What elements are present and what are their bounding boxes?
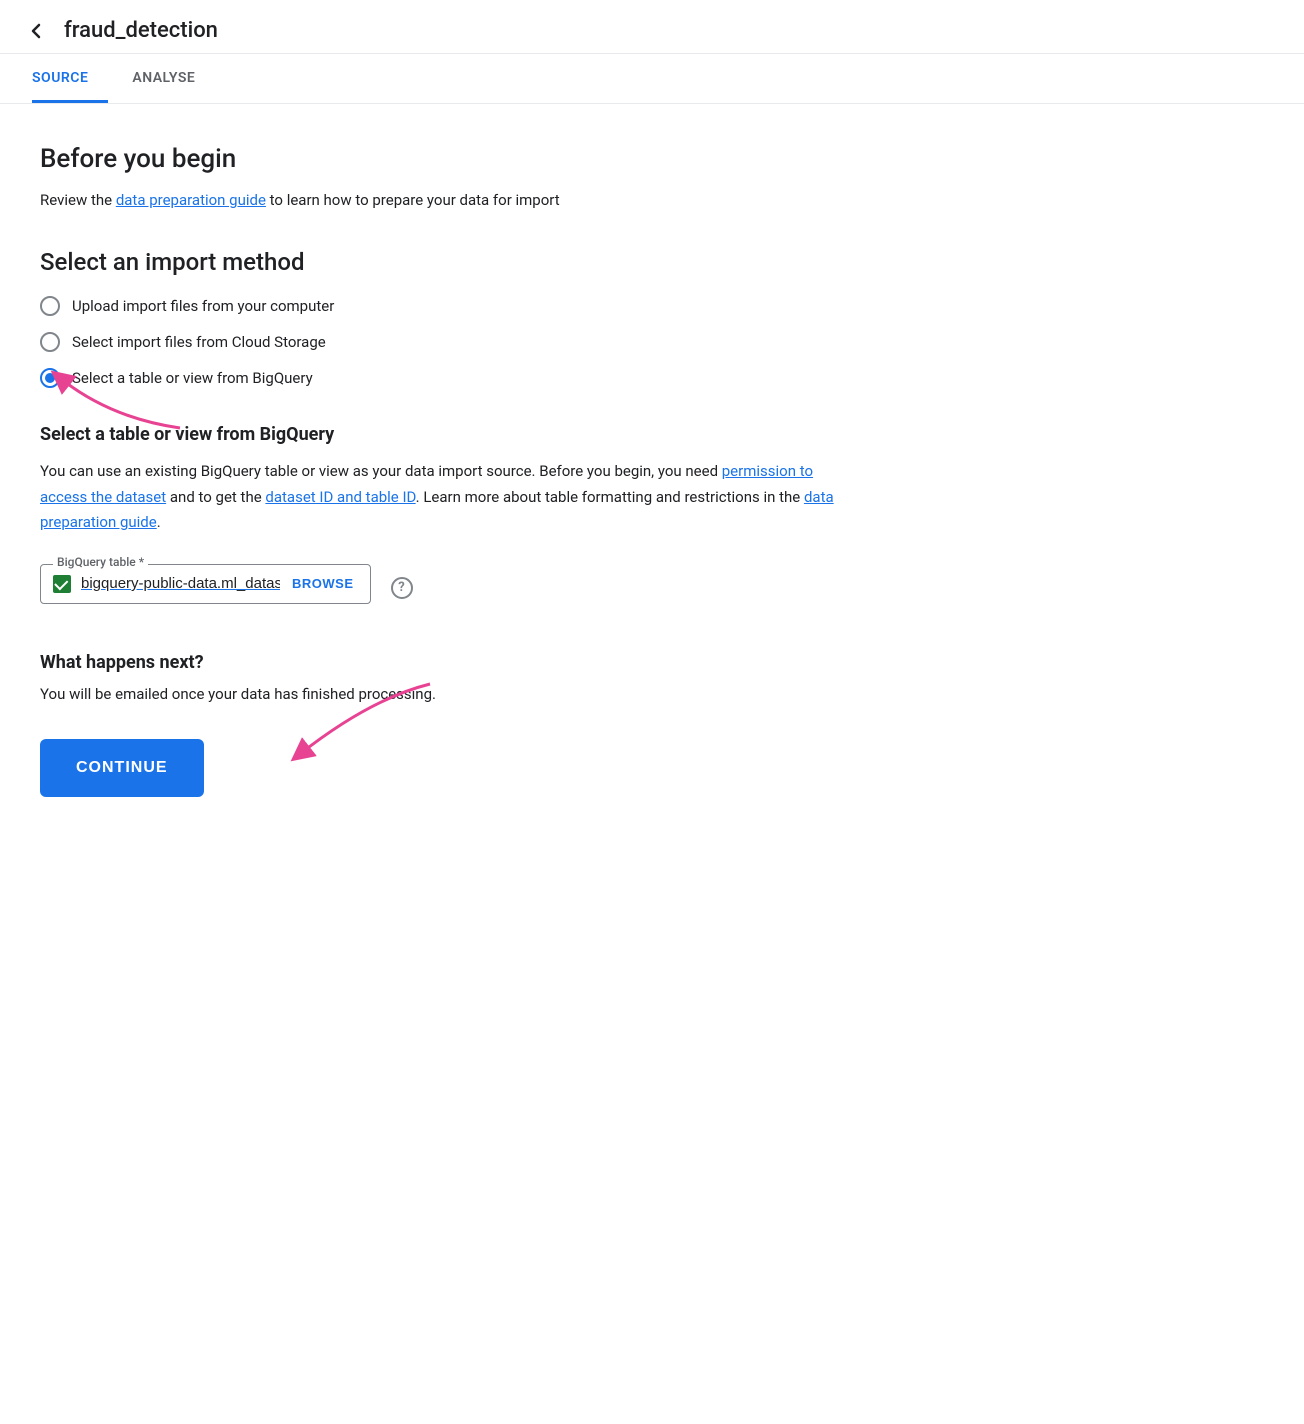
before-begin-text-suffix: to learn how to prepare your data for im… (266, 191, 560, 209)
radio-option-upload[interactable]: Upload import files from your computer (40, 296, 860, 316)
bigquery-desc-part3: . Learn more about table formatting and … (416, 488, 804, 506)
bigquery-table-label: BigQuery table * (53, 555, 148, 569)
continue-button[interactable]: CONTINUE (40, 739, 204, 797)
what-next-section: What happens next? You will be emailed o… (40, 652, 860, 703)
radio-option-bigquery-wrapper: Select a table or view from BigQuery (40, 368, 860, 388)
bigquery-desc-part1: You can use an existing BigQuery table o… (40, 462, 722, 480)
before-begin-text-prefix: Review the (40, 191, 116, 209)
tab-source[interactable]: SOURCE (32, 54, 108, 103)
what-next-title: What happens next? (40, 652, 860, 673)
dataset-id-link[interactable]: dataset ID and table ID (265, 488, 415, 506)
radio-label-cloud-storage: Select import files from Cloud Storage (72, 333, 326, 351)
bigquery-desc-part2: and to get the (166, 488, 265, 506)
continue-section: CONTINUE (40, 739, 860, 797)
import-method-title: Select an import method (40, 248, 860, 276)
browse-button[interactable]: BROWSE (292, 576, 354, 591)
bigquery-description: You can use an existing BigQuery table o… (40, 459, 860, 536)
back-button[interactable] (24, 19, 48, 43)
bigquery-section: Select a table or view from BigQuery You… (40, 424, 860, 612)
tabs-bar: SOURCE ANALYSE (0, 54, 1304, 104)
radio-circle-upload (40, 296, 60, 316)
bigquery-table-input-group: BigQuery table * BROWSE (40, 564, 371, 604)
before-begin-section: Before you begin Review the data prepara… (40, 144, 860, 212)
radio-circle-bigquery (40, 368, 60, 388)
header: fraud_detection (0, 0, 1304, 54)
what-next-description: You will be emailed once your data has f… (40, 685, 860, 703)
table-valid-checkbox (53, 575, 71, 593)
import-method-radio-group: Upload import files from your computer S… (40, 296, 860, 388)
back-arrow-icon (24, 19, 48, 43)
bigquery-desc-part4: . (157, 513, 161, 531)
main-content: Before you begin Review the data prepara… (0, 104, 900, 857)
radio-label-bigquery: Select a table or view from BigQuery (72, 369, 313, 387)
page-title: fraud_detection (64, 18, 218, 43)
tab-analyse[interactable]: ANALYSE (132, 54, 215, 103)
before-begin-description: Review the data preparation guide to lea… (40, 188, 860, 212)
help-icon[interactable]: ? (391, 577, 413, 599)
radio-circle-cloud-storage (40, 332, 60, 352)
bigquery-table-input[interactable] (81, 575, 280, 592)
before-begin-title: Before you begin (40, 144, 860, 174)
radio-label-upload: Upload import files from your computer (72, 297, 334, 315)
import-method-section: Select an import method Upload import fi… (40, 248, 860, 388)
bigquery-section-title: Select a table or view from BigQuery (40, 424, 860, 445)
data-prep-guide-link-1[interactable]: data preparation guide (116, 191, 266, 209)
radio-option-cloud-storage[interactable]: Select import files from Cloud Storage (40, 332, 860, 352)
radio-option-bigquery[interactable]: Select a table or view from BigQuery (40, 368, 860, 388)
